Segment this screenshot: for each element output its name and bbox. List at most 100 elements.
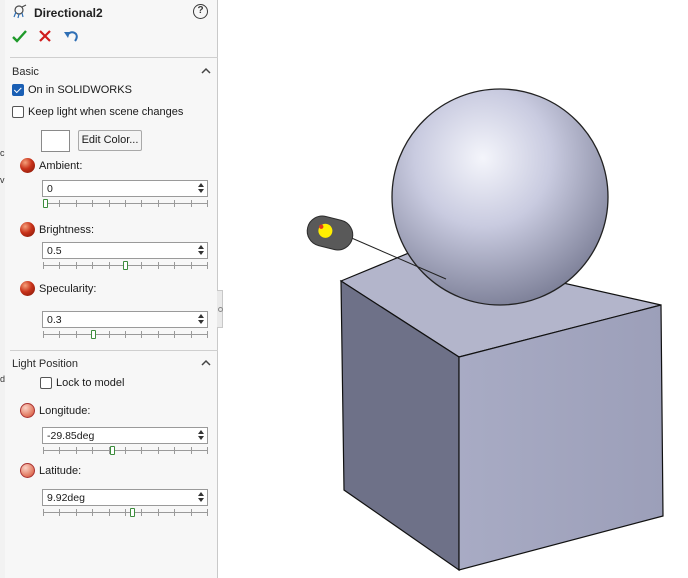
ambient-input[interactable]: 0 [42, 180, 208, 197]
brightness-label-row: Brightness: [20, 222, 94, 237]
directional-light-handle[interactable] [304, 213, 356, 253]
section-header-basic[interactable]: Basic [12, 66, 39, 78]
lock-to-model-row[interactable]: Lock to model [40, 377, 124, 389]
spin-arrows-icon[interactable] [196, 182, 205, 195]
slider-tick [207, 447, 208, 454]
slider-thumb[interactable] [123, 261, 128, 270]
brightness-input[interactable]: 0.5 [42, 242, 208, 259]
slider-tick [92, 447, 93, 454]
specularity-value: 0.3 [47, 314, 62, 326]
slider-tick [59, 447, 60, 454]
ambient-value: 0 [47, 183, 53, 195]
longitude-slider[interactable] [43, 446, 208, 455]
latitude-label: Latitude: [39, 464, 82, 477]
ambient-label: Ambient: [39, 159, 83, 172]
ambient-slider[interactable] [43, 199, 208, 208]
panel-collapse-handle[interactable] [217, 290, 223, 328]
slider-tick [109, 262, 110, 269]
slider-tick [43, 509, 44, 516]
slider-tick [125, 331, 126, 338]
specularity-slider[interactable] [43, 330, 208, 339]
color-swatch[interactable] [41, 130, 70, 152]
latitude-input[interactable]: 9.92deg [42, 489, 208, 506]
spin-arrows-icon[interactable] [196, 491, 205, 504]
slider-tick [207, 331, 208, 338]
latitude-slider[interactable] [43, 508, 208, 517]
checkmark-icon [11, 29, 27, 43]
section-header-light-position[interactable]: Light Position [12, 358, 78, 370]
sphere-model[interactable] [391, 88, 609, 306]
slider-tick [92, 509, 93, 516]
slider-thumb[interactable] [130, 508, 135, 517]
slider-tick [92, 262, 93, 269]
cancel-button[interactable] [37, 28, 53, 44]
spin-arrows-icon[interactable] [196, 313, 205, 326]
action-bar [11, 28, 79, 44]
spin-arrows-icon[interactable] [196, 429, 205, 442]
slider-tick [76, 262, 77, 269]
longitude-value: -29.85deg [47, 430, 95, 442]
slider-tick [109, 331, 110, 338]
latitude-value: 9.92deg [47, 492, 85, 504]
slider-thumb[interactable] [91, 330, 96, 339]
latitude-globe-icon [20, 463, 35, 478]
spin-arrows-icon[interactable] [196, 244, 205, 257]
slider-tick [191, 447, 192, 454]
slider-tick [141, 200, 142, 207]
specularity-sphere-icon [20, 281, 35, 296]
truncated-text: v [0, 175, 5, 185]
specularity-input[interactable]: 0.3 [42, 311, 208, 328]
ambient-label-row: Ambient: [20, 158, 82, 173]
slider-tick [174, 509, 175, 516]
slider-tick [207, 200, 208, 207]
slider-tick [59, 262, 60, 269]
graphics-viewport[interactable] [224, 0, 688, 578]
slider-tick [125, 509, 126, 516]
on-in-solidworks-label: On in SOLIDWORKS [28, 84, 132, 96]
slider-tick [158, 331, 159, 338]
property-manager-panel: Directional2 ? Basic On in SOLIDWORKS Ke… [5, 0, 218, 578]
keep-light-checkbox[interactable] [12, 106, 24, 118]
slider-tick [141, 447, 142, 454]
slider-thumb[interactable] [110, 446, 115, 455]
slider-tick [191, 509, 192, 516]
directional-light-icon [13, 4, 28, 22]
slider-tick [174, 447, 175, 454]
panel-title-text: Directional2 [34, 6, 103, 20]
slider-tick [125, 200, 126, 207]
slider-tick [158, 447, 159, 454]
longitude-label-row: Longitude: [20, 403, 90, 418]
slider-tick [43, 331, 44, 338]
undo-icon [64, 31, 78, 42]
slider-tick [109, 509, 110, 516]
chevron-up-icon[interactable] [201, 359, 211, 367]
slider-tick [141, 509, 142, 516]
slider-tick [92, 200, 93, 207]
slider-tick [207, 262, 208, 269]
chevron-up-icon[interactable] [201, 67, 211, 75]
lock-to-model-checkbox[interactable] [40, 377, 52, 389]
slider-tick [141, 331, 142, 338]
brightness-slider[interactable] [43, 261, 208, 270]
edit-color-button[interactable]: Edit Color... [78, 130, 142, 151]
slider-thumb[interactable] [43, 199, 48, 208]
slider-tick [207, 509, 208, 516]
slider-tick [191, 200, 192, 207]
slider-tick [174, 200, 175, 207]
on-in-solidworks-row[interactable]: On in SOLIDWORKS [12, 84, 132, 96]
slider-tick [59, 200, 60, 207]
ok-button[interactable] [11, 28, 27, 44]
undo-button[interactable] [63, 28, 79, 44]
on-in-solidworks-checkbox[interactable] [12, 84, 24, 96]
keep-light-label: Keep light when scene changes [28, 106, 184, 118]
specularity-label: Specularity: [39, 282, 97, 295]
panel-title: Directional2 [13, 4, 103, 22]
close-icon [39, 30, 51, 42]
longitude-input[interactable]: -29.85deg [42, 427, 208, 444]
slider-tick [43, 262, 44, 269]
help-icon[interactable]: ? [193, 4, 208, 19]
ambient-sphere-icon [20, 158, 35, 173]
brightness-label: Brightness: [39, 223, 95, 236]
keep-light-row[interactable]: Keep light when scene changes [12, 106, 183, 118]
slider-tick [141, 262, 142, 269]
